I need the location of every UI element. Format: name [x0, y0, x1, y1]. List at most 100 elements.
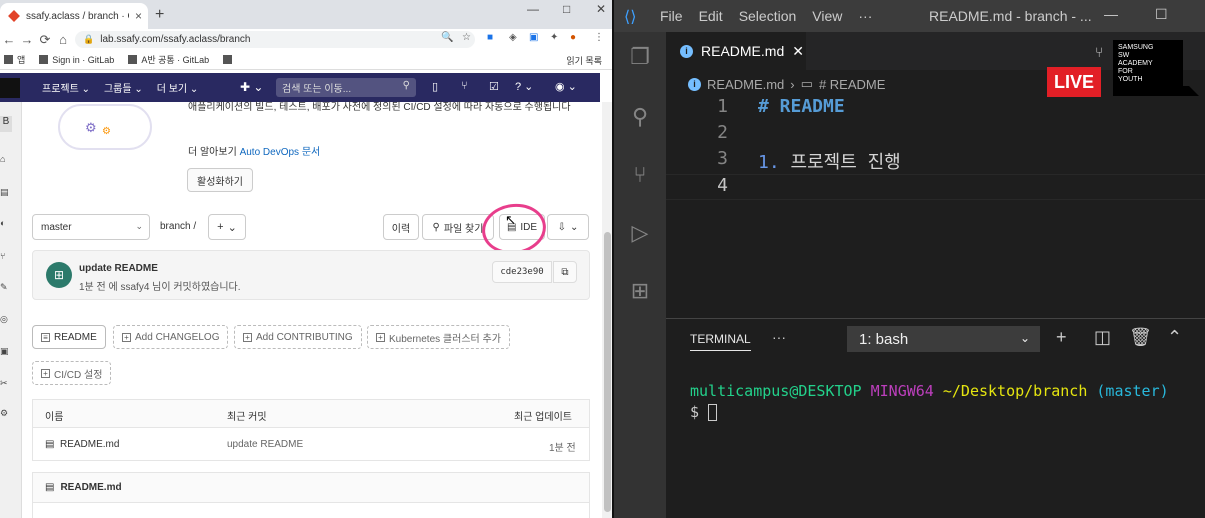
url-field[interactable]: 🔒 lab.ssafy.com/ssafy.aclass/branch — [75, 31, 475, 48]
download-button[interactable]: ⇩ ⌄ — [547, 214, 589, 240]
code-line[interactable]: 1 # README — [666, 96, 1205, 122]
cicd-setup-button[interactable]: + CI/CD 설정 — [32, 361, 112, 385]
commit-author-avatar[interactable]: ⊞ — [46, 262, 72, 288]
breadcrumb-file[interactable]: README.md — [707, 77, 784, 92]
deployments-icon[interactable]: ▣ — [0, 346, 10, 356]
add-kubernetes-button[interactable]: + Kubernetes 클러스터 추가 — [367, 325, 510, 349]
trash-icon[interactable]: 🗑 — [1129, 327, 1152, 348]
reading-list[interactable]: 읽기 목록 — [566, 54, 602, 67]
commit-title[interactable]: update README — [79, 263, 158, 274]
bookmark-other[interactable] — [223, 55, 233, 64]
explorer-icon[interactable]: ❐ — [624, 44, 656, 76]
bookmark-star-icon[interactable]: ☆ — [462, 32, 471, 43]
menu-selection[interactable]: Selection — [739, 8, 797, 24]
tab-close-icon[interactable]: × — [135, 9, 148, 23]
bookmark-apps[interactable]: 앱 — [4, 53, 25, 66]
minimize-button[interactable]: — — [1104, 6, 1118, 22]
menu-file[interactable]: File — [660, 8, 683, 24]
breadcrumb-symbol[interactable]: # README — [819, 77, 885, 92]
issues-icon[interactable]: ▯ — [432, 80, 438, 93]
more-actions-icon[interactable]: ··· — [772, 329, 786, 345]
bookmark-aclass[interactable]: A반 공통 · GitLab — [128, 53, 209, 66]
new-terminal-icon[interactable]: + — [1056, 327, 1067, 348]
menu-view[interactable]: View — [812, 8, 842, 24]
browser-tab[interactable]: ssafy.aclass / branch · GitLab × — [0, 3, 148, 29]
maximize-button[interactable]: ☐ — [1155, 6, 1168, 23]
add-contributing-button[interactable]: + Add CONTRIBUTING — [234, 325, 362, 349]
tab-terminal[interactable]: TERMINAL — [690, 332, 751, 351]
commit-sha[interactable]: cde23e90 — [492, 261, 552, 283]
chevron-up-icon[interactable]: ⌃ — [1167, 327, 1182, 348]
search-icon[interactable]: ⚲ — [624, 104, 656, 136]
home-icon[interactable]: ⌂ — [0, 154, 10, 164]
file-table-header: 이름 최근 커밋 최근 업데이트 — [33, 400, 589, 428]
file-name-link[interactable]: README.md — [60, 439, 119, 450]
reload-button[interactable]: ⟳ — [36, 32, 54, 48]
scroll-thumb[interactable] — [604, 232, 611, 512]
extensions-icon[interactable]: ⊞ — [624, 278, 656, 310]
auto-devops-docs-link[interactable]: Auto DevOps 문서 — [240, 147, 321, 158]
tab-readme[interactable]: i README.md ✕ — [666, 32, 806, 70]
table-row[interactable]: ▤ README.md update README 1분 전 — [33, 429, 589, 461]
security-icon[interactable]: ◎ — [0, 314, 10, 324]
back-button[interactable]: ← — [0, 32, 18, 47]
menu-more[interactable]: ··· — [858, 8, 872, 24]
add-file-button[interactable]: + ⌄ — [208, 214, 246, 240]
project-avatar[interactable]: B — [0, 116, 12, 132]
merge-requests-icon[interactable]: ⑂ — [461, 80, 468, 92]
cicd-icon[interactable]: ✎ — [0, 282, 10, 292]
issues-icon[interactable]: ◐ — [0, 218, 10, 228]
merge-request-icon[interactable]: ⑂ — [0, 251, 10, 261]
split-terminal-icon[interactable]: ◫ — [1094, 327, 1111, 348]
profile-avatar[interactable]: ● — [570, 32, 576, 43]
menu-edit[interactable]: Edit — [699, 8, 723, 24]
extension-icon[interactable]: ■ — [487, 32, 493, 43]
history-button[interactable]: 이력 — [383, 214, 419, 240]
new-dropdown-button[interactable]: ✚ ⌄ — [240, 80, 263, 94]
add-changelog-button[interactable]: + Add CHANGELOG — [113, 325, 229, 349]
terminal-select[interactable]: 1: bash ⌄ — [847, 326, 1040, 352]
compare-icon[interactable]: ⑂ — [1095, 44, 1103, 60]
puzzle-icon[interactable]: ✦ — [550, 32, 558, 43]
code-editor[interactable]: 1 # README 2 3 1. 프로젝트 진행 4 — [666, 96, 1205, 318]
maximize-button[interactable]: □ — [563, 2, 570, 16]
branch-select[interactable]: master ⌄ — [32, 214, 150, 240]
menu-groups[interactable]: 그룹들 ⌄ — [104, 80, 143, 95]
menu-more[interactable]: 더 보기 ⌄ — [157, 80, 199, 95]
menu-projects[interactable]: 프로젝트 ⌄ — [42, 80, 90, 95]
close-icon[interactable]: ✕ — [792, 43, 804, 60]
zoom-icon[interactable]: 🔍 — [441, 32, 453, 43]
forward-button[interactable]: → — [18, 32, 36, 47]
code-line[interactable]: 2 — [666, 122, 1205, 148]
browser-menu-icon[interactable]: ⋮ — [594, 32, 604, 43]
new-tab-button[interactable]: + — [155, 6, 164, 24]
home-button[interactable]: ⌂ — [54, 32, 72, 47]
todos-icon[interactable]: ☑ — [489, 80, 499, 93]
file-commit-link[interactable]: update README — [227, 439, 303, 450]
terminal-output[interactable]: multicampus@DESKTOP MINGW64 ~/Desktop/br… — [690, 381, 1169, 423]
help-icon[interactable]: ? ⌄ — [515, 80, 533, 93]
activate-button[interactable]: 활성화하기 — [187, 168, 253, 192]
minimize-button[interactable]: — — [527, 2, 539, 16]
settings-icon[interactable]: ⚙ — [0, 408, 10, 418]
repo-path-breadcrumb[interactable]: branch / — [160, 221, 196, 232]
translate-icon[interactable]: ▣ — [529, 32, 538, 43]
gitlab-logo-icon[interactable] — [0, 77, 20, 98]
monitor-icon[interactable]: ✂ — [0, 378, 10, 388]
extension-icon[interactable]: ◈ — [509, 32, 517, 43]
run-debug-icon[interactable]: ▷ — [624, 220, 656, 252]
copy-sha-button[interactable]: ⧉ — [553, 261, 577, 283]
page-scrollbar[interactable] — [602, 102, 612, 518]
readme-title[interactable]: README.md — [60, 482, 121, 493]
bookmark-signin[interactable]: Sign in · GitLab — [39, 55, 114, 65]
file-icon: ▤ — [45, 439, 55, 450]
close-window-button[interactable]: ✕ — [596, 2, 606, 16]
user-avatar[interactable]: ◉ ⌄ — [555, 80, 577, 93]
gitlab-search-input[interactable]: 검색 또는 이동... ⚲ — [276, 78, 416, 97]
current-code-line[interactable]: 4 — [666, 174, 1205, 200]
readme-button[interactable]: ≡ README — [32, 325, 106, 349]
repository-icon[interactable]: ▤ — [0, 187, 10, 197]
code-line[interactable]: 3 1. 프로젝트 진행 — [666, 148, 1205, 174]
terminal-select-value: 1: bash — [859, 330, 909, 348]
source-control-icon[interactable]: ⑂ — [624, 162, 656, 194]
